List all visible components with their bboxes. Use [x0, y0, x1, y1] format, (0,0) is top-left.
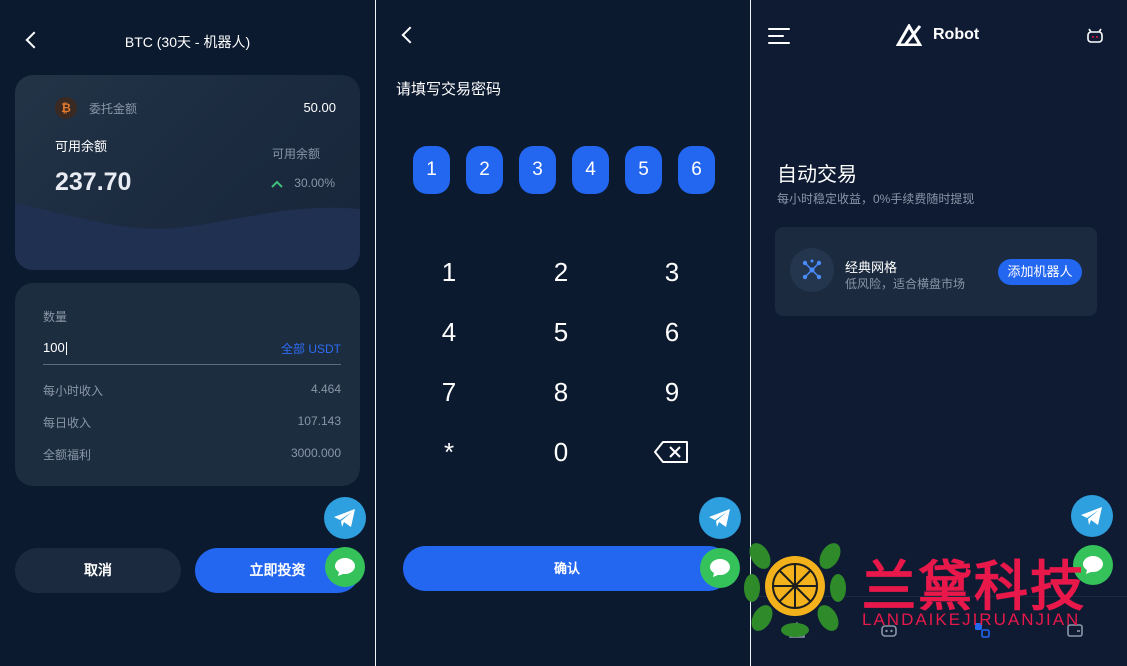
available-label-right: 可用余额: [271, 147, 320, 161]
bot-icon[interactable]: [1087, 28, 1103, 44]
all-usdt-button[interactable]: 全部 USDT: [281, 340, 341, 357]
strategy-card[interactable]: 经典网格 低风险，适合横盘市场 添加机器人: [775, 227, 1097, 316]
key-3[interactable]: 3: [642, 252, 702, 292]
section-subtitle: 每小时稳定收益，0%手续费随时提现: [777, 192, 975, 206]
key-9[interactable]: 9: [642, 372, 702, 412]
pin-digit: 1: [413, 146, 450, 194]
entrusted-label: 委托金额: [89, 102, 138, 116]
section-title: 自动交易: [777, 164, 857, 186]
entrusted-value: 50.00: [303, 100, 336, 115]
telegram-icon[interactable]: [324, 497, 366, 539]
watermark-logo: [744, 543, 846, 637]
add-robot-button[interactable]: 添加机器人: [998, 259, 1082, 285]
list-item: 每小时收入 4.464: [43, 382, 341, 399]
confirm-button[interactable]: 确认: [403, 546, 731, 591]
pin-digit: 5: [625, 146, 662, 194]
watermark-text-en: LANDAIKEJIRUANJIAN: [862, 610, 1081, 629]
pin-digit: 4: [572, 146, 609, 194]
page-title: 请填写交易密码: [396, 81, 502, 98]
watermark: 兰黛科技 LANDAIKEJIRUANJIAN: [742, 538, 1127, 638]
row-label: 每日收入: [43, 416, 92, 430]
row-label: 全额福利: [43, 448, 92, 462]
pin-digit: 3: [519, 146, 556, 194]
arrow-up-icon: [271, 180, 283, 188]
key-5[interactable]: 5: [531, 312, 591, 352]
key-6[interactable]: 6: [642, 312, 702, 352]
key-2[interactable]: 2: [531, 252, 591, 292]
robot-logo-icon: [896, 24, 922, 46]
password-screen: 请填写交易密码 1 2 3 4 5 6 1 2 3 4 5 6 7 8 9 * …: [376, 0, 750, 666]
strategy-name: 经典网格: [845, 260, 898, 275]
key-8[interactable]: 8: [531, 372, 591, 412]
pin-digit: 2: [466, 146, 503, 194]
grid-icon: [802, 259, 822, 280]
menu-icon[interactable]: [768, 28, 790, 44]
backspace-icon[interactable]: [653, 438, 693, 466]
telegram-icon[interactable]: [1071, 495, 1113, 537]
brand-name: Robot: [933, 26, 980, 43]
quantity-input[interactable]: 100: [43, 340, 67, 355]
quantity-label: 数量: [43, 310, 68, 324]
telegram-icon[interactable]: [699, 497, 741, 539]
back-icon[interactable]: [398, 26, 418, 46]
available-label: 可用余额: [55, 139, 108, 154]
chat-icon[interactable]: [700, 548, 740, 588]
key-star[interactable]: *: [419, 432, 479, 472]
chat-icon[interactable]: [325, 547, 365, 587]
change-percent: 30.00%: [294, 176, 335, 190]
balance-card: ₿ 委托金额 50.00 可用余额 237.70 可用余额 30.00%: [15, 75, 360, 270]
pin-digit: 6: [678, 146, 715, 194]
bitcoin-icon: ₿: [55, 97, 77, 119]
row-value: 107.143: [297, 414, 341, 428]
key-7[interactable]: 7: [419, 372, 479, 412]
invest-screen: BTC (30天 - 机器人) ₿ 委托金额 50.00 可用余额 237.70…: [0, 0, 375, 666]
list-item: 全额福利 3000.000: [43, 446, 341, 463]
quantity-card: 数量 100 全部 USDT 每小时收入 4.464 每日收入 107.143 …: [15, 283, 360, 486]
key-4[interactable]: 4: [419, 312, 479, 352]
key-0[interactable]: 0: [531, 432, 591, 472]
available-balance: 237.70: [55, 168, 132, 196]
row-value: 3000.000: [290, 446, 341, 460]
cancel-button[interactable]: 取消: [15, 548, 181, 593]
list-item: 每日收入 107.143: [43, 414, 341, 431]
strategy-desc: 低风险，适合横盘市场: [845, 277, 966, 291]
wave-decoration: [15, 203, 360, 270]
key-1[interactable]: 1: [419, 252, 479, 292]
row-label: 每小时收入: [43, 384, 104, 398]
row-value: 4.464: [310, 382, 341, 396]
page-title: BTC (30天 - 机器人): [124, 34, 251, 50]
input-underline: [43, 364, 341, 365]
